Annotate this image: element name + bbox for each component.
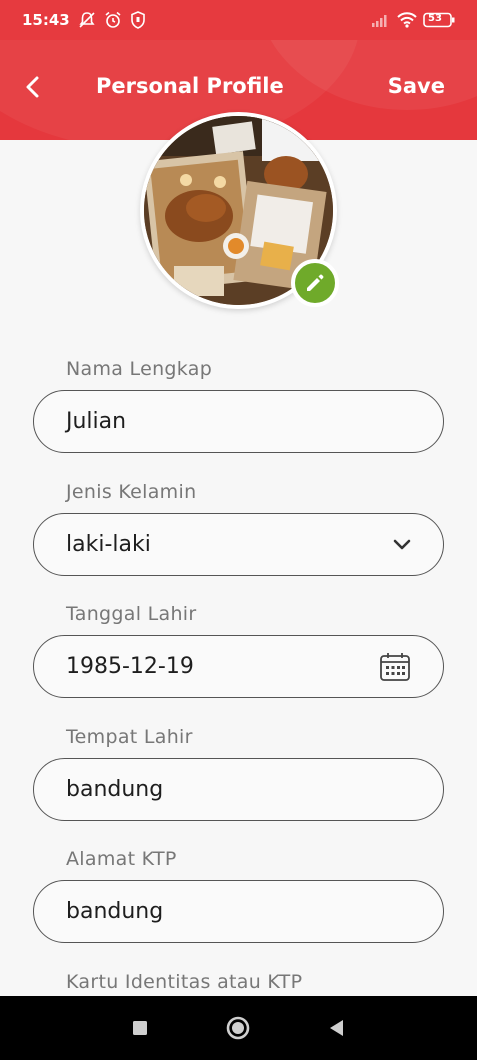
shield-icon [130, 11, 146, 29]
home-button[interactable] [222, 1012, 254, 1044]
chevron-down-icon [393, 539, 411, 551]
wifi-icon [397, 12, 417, 28]
full-name-label: Nama Lengkap [66, 358, 213, 380]
birth-date-value: 1985-12-19 [66, 654, 194, 679]
pencil-icon [307, 274, 324, 291]
recent-apps-button[interactable] [124, 1012, 156, 1044]
battery-icon: 53 [423, 12, 455, 28]
gender-value: laki-laki [66, 532, 151, 557]
full-name-value: Julian [66, 409, 127, 434]
notifications-off-icon [78, 11, 96, 29]
ktp-address-field[interactable]: bandung [33, 880, 444, 943]
ktp-address-label: Alamat KTP [66, 848, 177, 870]
profile-photo-container [140, 112, 339, 309]
ktp-address-value: bandung [66, 899, 164, 924]
back-nav-button[interactable] [320, 1012, 352, 1044]
birth-date-label: Tanggal Lahir [66, 603, 197, 625]
birth-place-value: bandung [66, 777, 164, 802]
status-bar: 15:43 53 [0, 0, 477, 40]
birth-place-label: Tempat Lahir [66, 726, 193, 748]
alarm-icon [104, 11, 122, 29]
system-nav-bar [0, 996, 477, 1060]
gender-select[interactable]: laki-laki [33, 513, 444, 576]
full-name-field[interactable]: Julian [33, 390, 444, 453]
page-title: Personal Profile [96, 74, 284, 98]
status-time: 15:43 [22, 11, 70, 29]
calendar-icon[interactable] [379, 652, 411, 682]
chevron-left-icon [26, 76, 39, 98]
signal-icon [371, 13, 391, 27]
circle-icon [226, 1016, 250, 1040]
id-card-label: Kartu Identitas atau KTP [66, 971, 303, 993]
edit-photo-button[interactable] [291, 259, 339, 307]
triangle-back-icon [330, 1020, 343, 1036]
gender-label: Jenis Kelamin [66, 481, 197, 503]
birth-place-field[interactable]: bandung [33, 758, 444, 821]
back-button[interactable] [16, 70, 50, 104]
square-icon [133, 1021, 147, 1035]
save-button[interactable]: Save [388, 74, 445, 98]
battery-level: 53 [428, 13, 442, 24]
birth-date-field[interactable]: 1985-12-19 [33, 635, 444, 698]
